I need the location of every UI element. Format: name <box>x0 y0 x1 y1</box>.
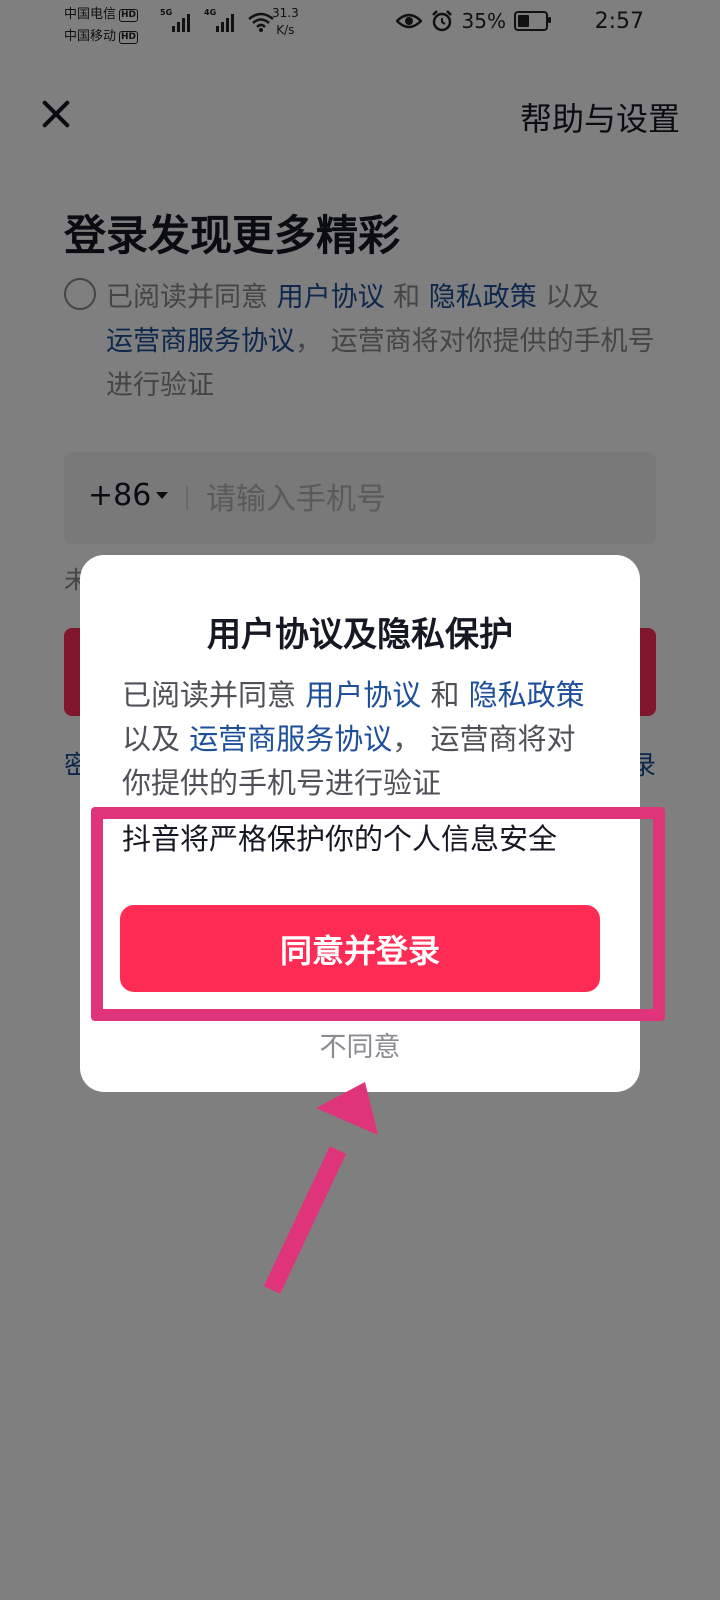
dialog-agreement-text: 已阅读并同意 用户协议 和 隐私政策 以及 运营商服务协议， 运营商将对你提供的… <box>122 673 602 805</box>
highlight-box <box>91 807 665 1021</box>
dialog-text-prefix: 已阅读并同意 <box>122 678 306 712</box>
dialog-carrier-agreement-link[interactable]: 运营商服务协议 <box>189 722 392 756</box>
disagree-button[interactable]: 不同意 <box>80 1025 640 1064</box>
dialog-text-and: 和 <box>421 678 469 712</box>
dialog-title: 用户协议及隐私保护 <box>207 615 513 655</box>
dialog-privacy-policy-link[interactable]: 隐私政策 <box>469 678 585 712</box>
dialog-text-and-also: 以及 <box>122 722 190 756</box>
dialog-user-agreement-link[interactable]: 用户协议 <box>305 678 421 712</box>
login-screen: 中国电信HD 中国移动HD 5G 4G 31.3 K/s <box>0 0 720 1600</box>
